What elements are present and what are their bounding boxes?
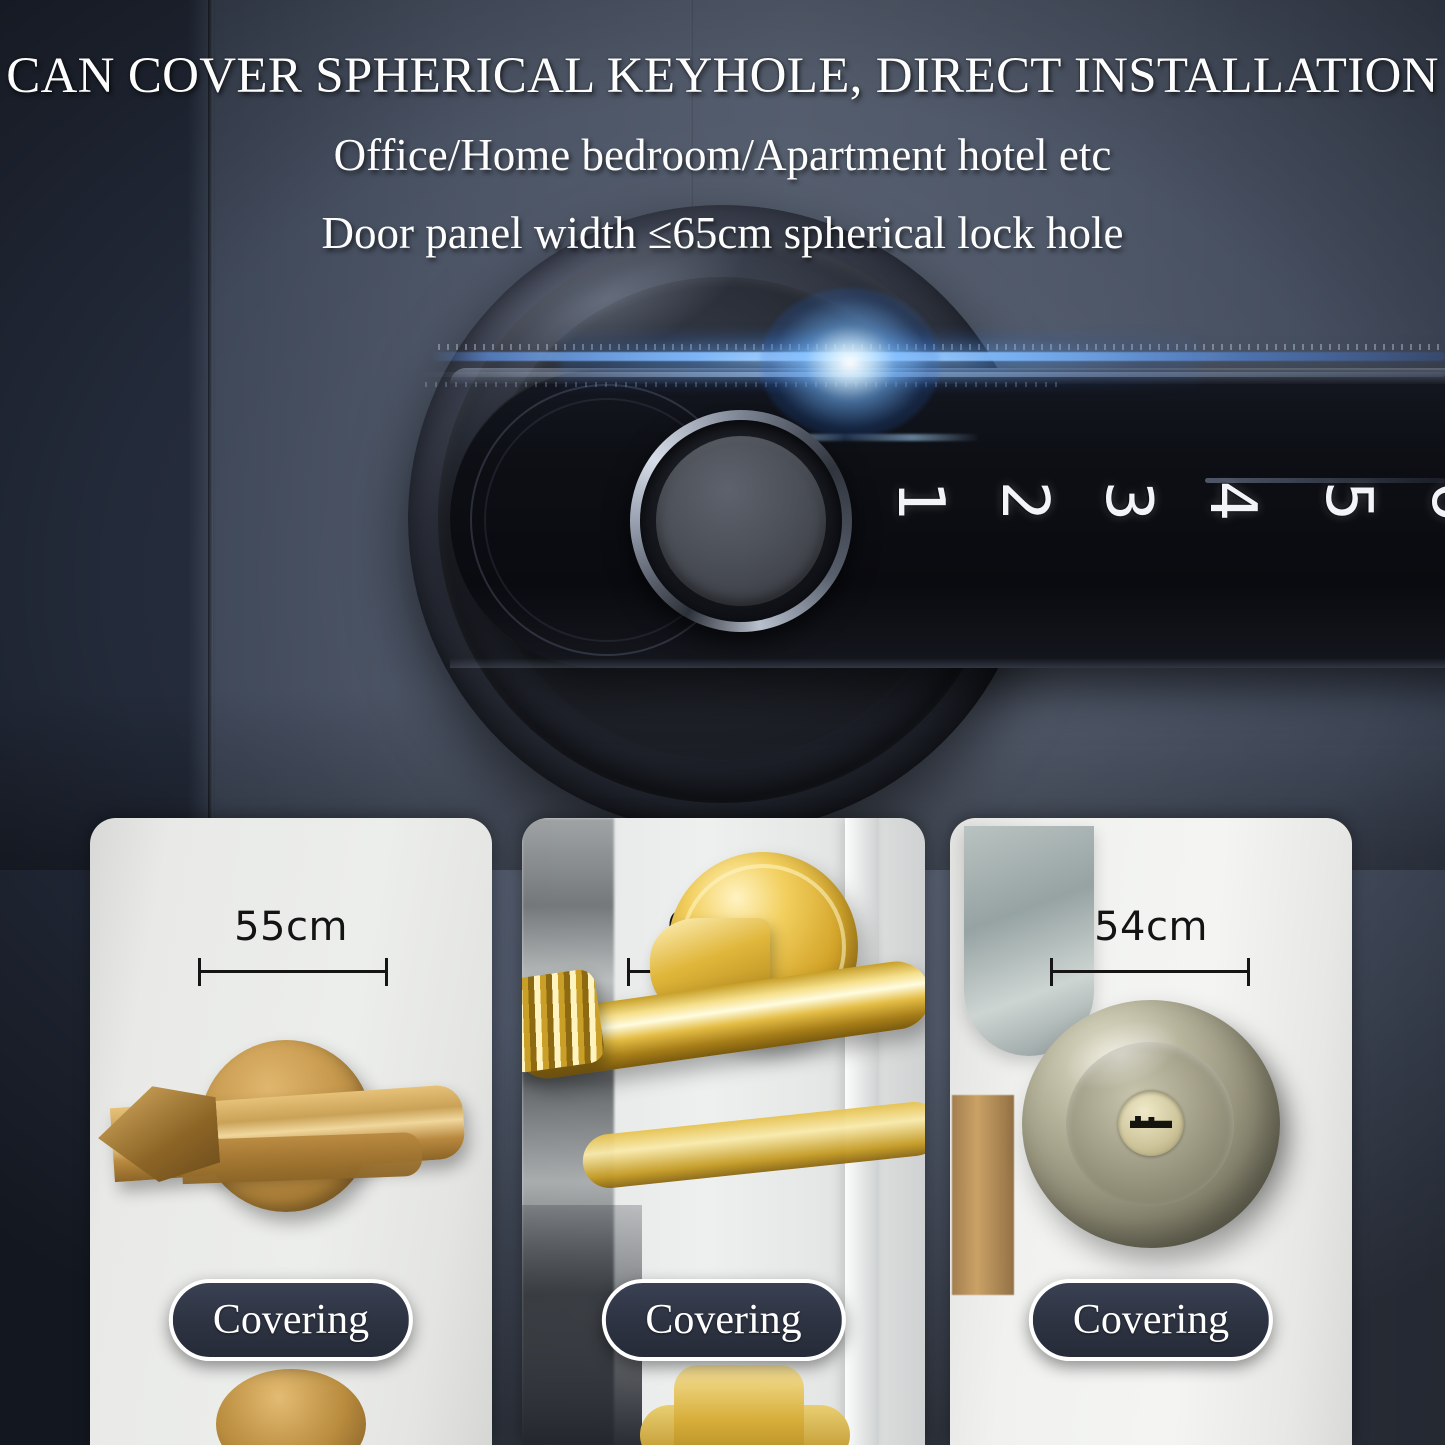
dimension-label: 55cm <box>234 904 348 950</box>
keyhole-icon <box>1130 1116 1172 1128</box>
dimension-line <box>950 958 1352 986</box>
covering-badge: Covering <box>1028 1279 1274 1361</box>
lens-flare-core <box>760 288 940 438</box>
hardware-cutoff-below <box>674 1365 804 1445</box>
dimension-cap-right <box>1247 958 1250 986</box>
product-feature-image: 1 2 3 4 5 6 CAN COVER SPHERICAL KEYHOLE,… <box>0 0 1445 1445</box>
keypad-key-2[interactable]: 2 <box>987 473 1061 529</box>
dimension-label: 54cm <box>1094 904 1208 950</box>
dimension-bar <box>198 970 388 973</box>
knob-sphere <box>1022 1000 1280 1248</box>
dimension-line <box>90 958 492 986</box>
keypad-key-1[interactable]: 1 <box>883 473 957 529</box>
card-lever-polished-gold: 65cm Covering <box>522 818 925 1445</box>
touch-keypad[interactable]: 1 2 3 4 5 6 <box>880 430 1445 600</box>
page-title: CAN COVER SPHERICAL KEYHOLE, DIRECT INST… <box>6 48 1439 104</box>
fingerprint-sensor-pad <box>656 436 826 606</box>
dimension-annotation: 54cm <box>950 904 1352 986</box>
dimension-cap-right <box>385 958 388 986</box>
knob-keyhole-cylinder <box>1118 1090 1184 1156</box>
dimension-annotation: 55cm <box>90 904 492 986</box>
card-knob-spherical: 54cm Covering <box>950 818 1352 1445</box>
lever-handle-end-cap <box>522 967 607 1075</box>
covering-badge: Covering <box>601 1279 846 1361</box>
keypad-key-3[interactable]: 3 <box>1091 473 1165 529</box>
keypad-key-4[interactable]: 4 <box>1195 473 1269 529</box>
covering-badge: Covering <box>168 1279 414 1361</box>
subtitle-usage: Office/Home bedroom/Apartment hotel etc <box>333 130 1112 180</box>
card-background-wood-trim <box>952 1095 1014 1295</box>
subtitle-spec: Door panel width ≤65cm spherical lock ho… <box>321 208 1124 258</box>
dimension-bar <box>1050 970 1250 973</box>
lock-body-bottom-edge <box>450 658 1445 668</box>
compatibility-cards: 55cm Covering 65 <box>0 818 1445 1445</box>
headings: CAN COVER SPHERICAL KEYHOLE, DIRECT INST… <box>0 0 1445 259</box>
card-lever-satin-brass: 55cm Covering <box>90 818 492 1445</box>
keypad-key-6[interactable]: 6 <box>1417 473 1445 529</box>
keypad-key-5[interactable]: 5 <box>1311 473 1385 529</box>
fingerprint-sensor[interactable] <box>630 410 852 632</box>
